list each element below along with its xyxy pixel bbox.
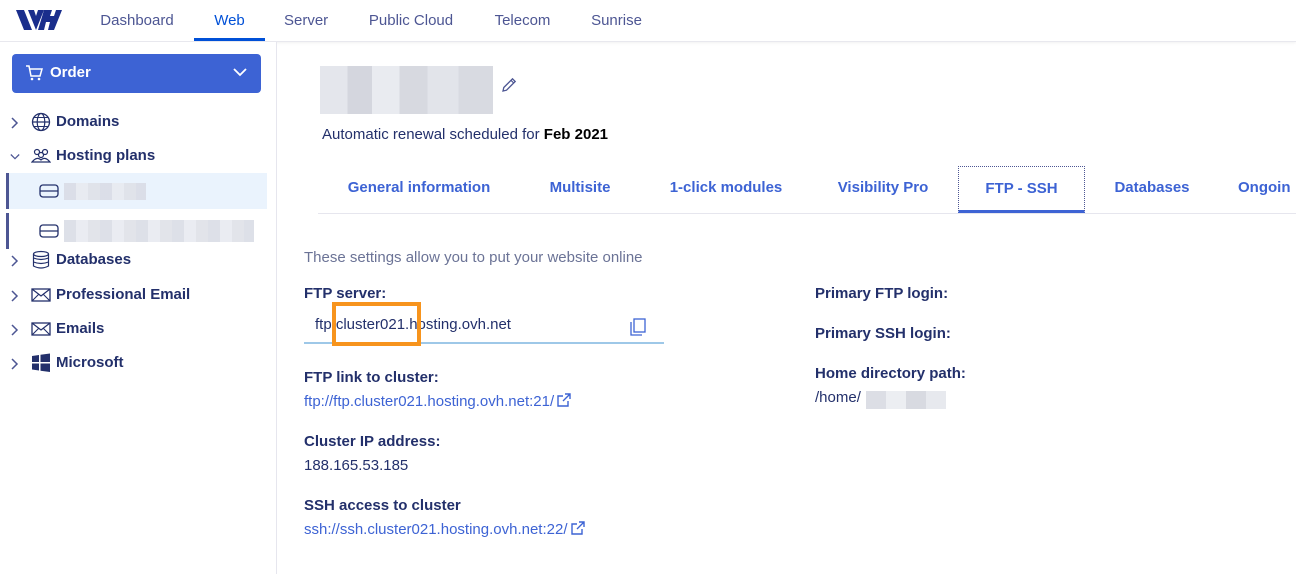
redacted-name [64,183,146,200]
ftp-link[interactable]: ftp://ftp.cluster021.hosting.ovh.net:21/ [304,393,571,410]
ssh-link[interactable]: ssh://ssh.cluster021.hosting.ovh.net:22/ [304,521,585,538]
sidebar-item-label: Domains [56,113,120,130]
server-icon [39,224,59,238]
copy-icon[interactable] [630,318,646,336]
tab-multisite[interactable]: Multisite [538,166,622,213]
chevron-right-icon [11,117,19,129]
selection-indicator [6,173,9,209]
nav-public-cloud[interactable]: Public Cloud [368,0,454,41]
tab-databases[interactable]: Databases [1108,166,1196,213]
chevron-right-icon [11,358,19,370]
sidebar-item-databases[interactable]: Databases [0,246,267,276]
ftp-description: These settings allow you to put your web… [304,249,643,266]
sidebar-item-label: Emails [56,320,105,337]
envelope-icon [31,322,51,336]
tab-general-information[interactable]: General information [330,166,508,213]
nav-telecom[interactable]: Telecom [494,0,551,41]
pencil-icon[interactable] [500,76,518,94]
nav-dashboard[interactable]: Dashboard [100,0,174,41]
database-icon [32,250,50,269]
sidebar-item-professional-email[interactable]: Professional Email [0,281,267,311]
ftp-link-label: FTP link to cluster: [304,369,439,386]
primary-ssh-login-label: Primary SSH login: [815,325,951,342]
order-label: Order [50,64,91,81]
highlight-annotation [332,302,421,346]
ssh-access-label: SSH access to cluster [304,497,461,514]
renewal-prefix: Automatic renewal scheduled for [322,126,544,143]
redacted-home-path [866,391,946,409]
globe-icon [31,112,51,132]
sidebar-item-domains[interactable]: Domains [0,108,267,138]
sidebar-item-emails[interactable]: Emails [0,315,267,345]
nav-sunrise[interactable]: Sunrise [591,0,642,41]
chevron-right-icon [11,255,19,267]
chevron-down-icon [233,68,247,77]
tab-ftp-ssh[interactable]: FTP - SSH [958,166,1085,213]
cluster-ip-value: 188.165.53.185 [304,457,409,474]
nav-web[interactable]: Web [194,0,265,41]
nav-server[interactable]: Server [284,0,328,41]
envelope-icon [31,288,51,302]
windows-icon [32,353,50,372]
hosting-plan-item[interactable] [6,213,267,249]
ovh-logo-icon[interactable] [14,6,62,34]
home-directory-value: /home/ [815,389,861,406]
sidebar-item-label: Professional Email [56,286,191,303]
sidebar-item-microsoft[interactable]: Microsoft [0,349,267,379]
external-link-icon [570,521,585,535]
renewal-info: Automatic renewal scheduled for Feb 2021 [322,126,608,143]
ftp-server-label: FTP server: [304,285,387,302]
order-button[interactable]: Order [12,54,261,93]
tab-bar: General information Multisite 1-click mo… [318,166,1296,214]
hosting-plan-item[interactable] [6,173,267,209]
chevron-down-icon [10,154,20,160]
home-directory-label: Home directory path: [815,365,966,382]
redacted-hosting-name [320,66,493,114]
sidebar: Order Domains Hosting plans Databases Pr… [0,42,277,574]
sidebar-item-label: Databases [56,251,132,268]
people-icon [31,148,51,163]
cart-icon [26,65,43,81]
sidebar-item-label: Microsoft [56,354,124,371]
tab-1-click-modules[interactable]: 1-click modules [658,166,794,213]
sidebar-item-label: Hosting plans [56,147,156,164]
chevron-right-icon [11,324,19,336]
server-icon [39,184,59,198]
chevron-right-icon [11,290,19,302]
renewal-date: Feb 2021 [543,126,609,143]
tab-visibility-pro[interactable]: Visibility Pro [830,166,936,213]
ftp-link-text: ftp://ftp.cluster021.hosting.ovh.net:21/ [304,393,555,410]
redacted-name [64,220,254,242]
top-navigation: Dashboard Web Server Public Cloud Teleco… [0,0,1296,42]
selection-indicator [6,213,9,249]
primary-ftp-login-label: Primary FTP login: [815,285,949,302]
sidebar-item-hosting-plans[interactable]: Hosting plans [0,142,267,172]
external-link-icon [557,393,571,407]
tab-ongoing[interactable]: Ongoin [1238,166,1296,213]
ssh-link-text: ssh://ssh.cluster021.hosting.ovh.net:22/ [304,521,568,538]
cluster-ip-label: Cluster IP address: [304,433,441,450]
